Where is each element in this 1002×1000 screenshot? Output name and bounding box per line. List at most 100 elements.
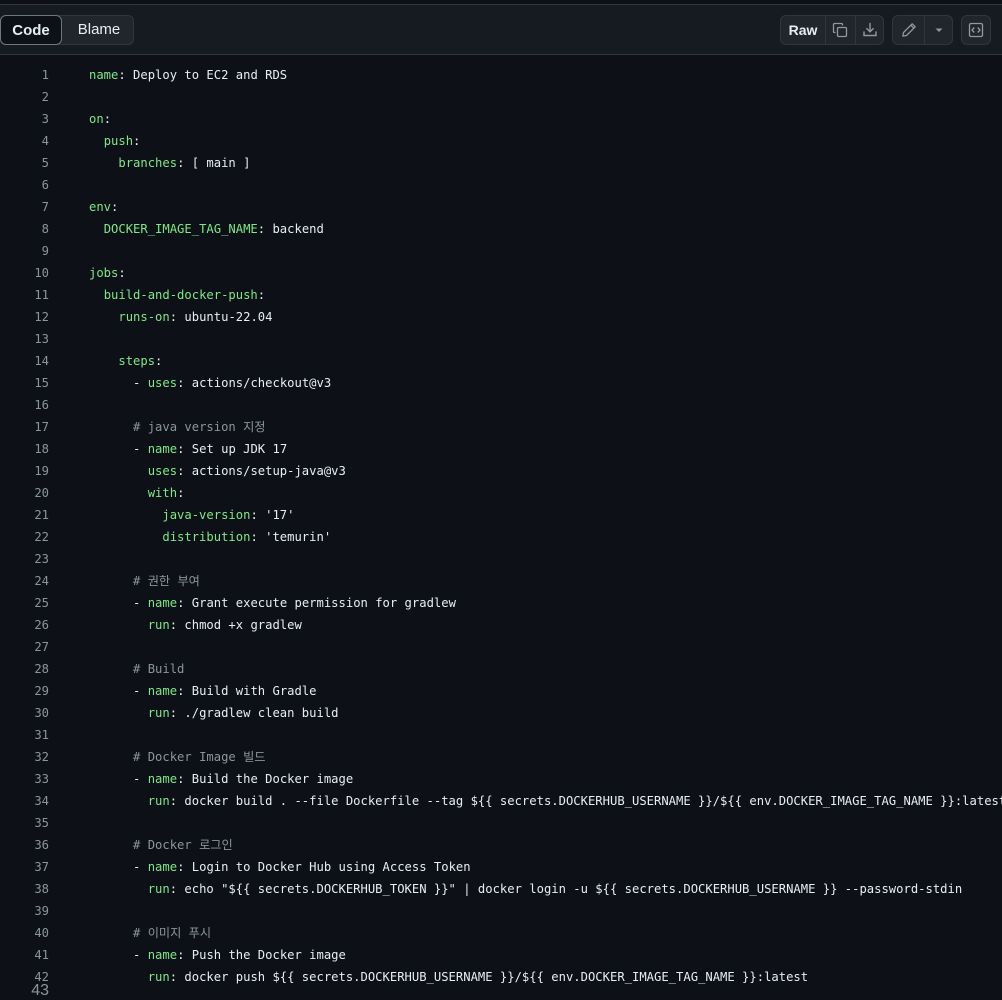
code-line: 39 [0, 900, 1002, 922]
code-line: 12 runs-on: ubuntu-22.04 [0, 306, 1002, 328]
download-icon[interactable] [855, 16, 884, 44]
triangle-down-icon[interactable] [924, 16, 953, 44]
line-number[interactable]: 12 [0, 306, 49, 328]
line-number[interactable]: 16 [0, 394, 49, 416]
yaml-key: name [147, 860, 178, 874]
yaml-value: actions/setup-java@v3 [191, 464, 346, 478]
yaml-key: uses [147, 376, 178, 390]
pencil-icon[interactable] [893, 16, 925, 44]
yaml-value: Build the Docker image [191, 772, 354, 786]
line-number[interactable]: 21 [0, 504, 49, 526]
line-number[interactable]: 28 [0, 658, 49, 680]
line-number[interactable]: 35 [0, 812, 49, 834]
code-line: 36 # Docker 로그인 [0, 834, 1002, 856]
line-number[interactable]: 41 [0, 944, 49, 966]
code-line: 21 java-version: '17' [0, 504, 1002, 526]
code-line: 13 [0, 328, 1002, 350]
line-number[interactable]: 11 [0, 284, 49, 306]
comment-token: # Docker Image 빌드 [133, 750, 266, 764]
code-line: 5 branches: [ main ] [0, 152, 1002, 174]
raw-button[interactable]: Raw [781, 16, 826, 44]
code-text: run: docker push ${{ secrets.DOCKERHUB_U… [147, 970, 809, 984]
yaml-value: Build with Gradle [191, 684, 317, 698]
code-text: # 권한 부여 [89, 570, 200, 592]
code-tab[interactable]: Code [0, 15, 62, 45]
yaml-value: chmod +x gradlew [184, 618, 302, 632]
code-text: run: echo "${{ secrets.DOCKERHUB_TOKEN }… [147, 882, 963, 896]
line-number[interactable]: 26 [0, 614, 49, 636]
code-text: push: [103, 134, 148, 148]
yaml-key: steps [118, 354, 156, 368]
yaml-value: docker build . --file Dockerfile --tag $… [184, 794, 1002, 808]
line-number[interactable]: 25 [0, 592, 49, 614]
line-number[interactable]: 29 [0, 680, 49, 702]
code-line: 34 run: docker build . --file Dockerfile… [0, 790, 1002, 812]
line-number[interactable]: 7 [0, 196, 49, 218]
code-line: 17 # java version 지정 [0, 416, 1002, 438]
comment-token: # Build [133, 662, 185, 676]
line-number[interactable]: 19 [0, 460, 49, 482]
line-number[interactable]: 32 [0, 746, 49, 768]
code-text: java-version: '17' [162, 508, 295, 522]
line-number[interactable]: 14 [0, 350, 49, 372]
line-number[interactable]: 33 [0, 768, 49, 790]
code-line: 15 - uses: actions/checkout@v3 [0, 372, 1002, 394]
yaml-key: DOCKER_IMAGE_TAG_NAME [103, 222, 258, 236]
line-number[interactable]: 13 [0, 328, 49, 350]
line-number[interactable]: 17 [0, 416, 49, 438]
code-line: 37 - name: Login to Docker Hub using Acc… [0, 856, 1002, 878]
code-line: 10 jobs: [0, 262, 1002, 284]
line-number[interactable]: 38 [0, 878, 49, 900]
comment-token: # java version 지정 [133, 420, 266, 434]
code-text: with: [147, 486, 192, 500]
line-number[interactable]: 10 [0, 262, 49, 284]
line-number[interactable]: 39 [0, 900, 49, 922]
line-number[interactable]: 36 [0, 834, 49, 856]
code-line: 20 with: [0, 482, 1002, 504]
line-number[interactable]: 1 [0, 64, 49, 86]
line-number[interactable]: 30 [0, 702, 49, 724]
code-text: - name: Build the Docker image [133, 772, 354, 786]
yaml-value: 'temurin' [265, 530, 332, 544]
line-number[interactable]: 34 [0, 790, 49, 812]
yaml-key: uses [147, 464, 178, 478]
copy-icon[interactable] [825, 16, 856, 44]
line-number[interactable]: 31 [0, 724, 49, 746]
line-number[interactable]: 24 [0, 570, 49, 592]
line-number[interactable]: 9 [0, 240, 49, 262]
code-symbol-icon[interactable] [962, 16, 990, 44]
code-line: 24 # 권한 부여 [0, 570, 1002, 592]
edit-button-group [892, 15, 953, 45]
code-text: run: ./gradlew clean build [147, 706, 339, 720]
line-number[interactable]: 15 [0, 372, 49, 394]
yaml-value: '17' [265, 508, 295, 522]
yaml-value: Push the Docker image [191, 948, 346, 962]
yaml-value: Set up JDK 17 [191, 442, 288, 456]
line-number[interactable]: 23 [0, 548, 49, 570]
line-number[interactable]: 22 [0, 526, 49, 548]
line-number[interactable]: 20 [0, 482, 49, 504]
code-line: 30 run: ./gradlew clean build [0, 702, 1002, 724]
code-text: # Docker 로그인 [89, 834, 233, 856]
raw-button-group: Raw [780, 15, 884, 45]
line-number[interactable]: 2 [0, 86, 49, 108]
line-number[interactable]: 40 [0, 922, 49, 944]
line-number[interactable]: 3 [0, 108, 49, 130]
code-text: - name: Login to Docker Hub using Access… [133, 860, 471, 874]
yaml-value: docker push ${{ secrets.DOCKERHUB_USERNA… [184, 970, 809, 984]
code-text: # 이미지 푸시 [89, 922, 211, 944]
blame-tab[interactable]: Blame [63, 15, 135, 45]
yaml-key: with [147, 486, 178, 500]
code-line: 7 env: [0, 196, 1002, 218]
line-number[interactable]: 6 [0, 174, 49, 196]
line-number[interactable]: 4 [0, 130, 49, 152]
line-number[interactable]: 37 [0, 856, 49, 878]
code-line: 32 # Docker Image 빌드 [0, 746, 1002, 768]
yaml-key: name [147, 442, 178, 456]
line-number[interactable]: 18 [0, 438, 49, 460]
code-text: - name: Push the Docker image [133, 948, 346, 962]
line-number[interactable]: 27 [0, 636, 49, 658]
line-number[interactable]: 8 [0, 218, 49, 240]
partial-line: 43 [0, 982, 1002, 999]
line-number[interactable]: 5 [0, 152, 49, 174]
